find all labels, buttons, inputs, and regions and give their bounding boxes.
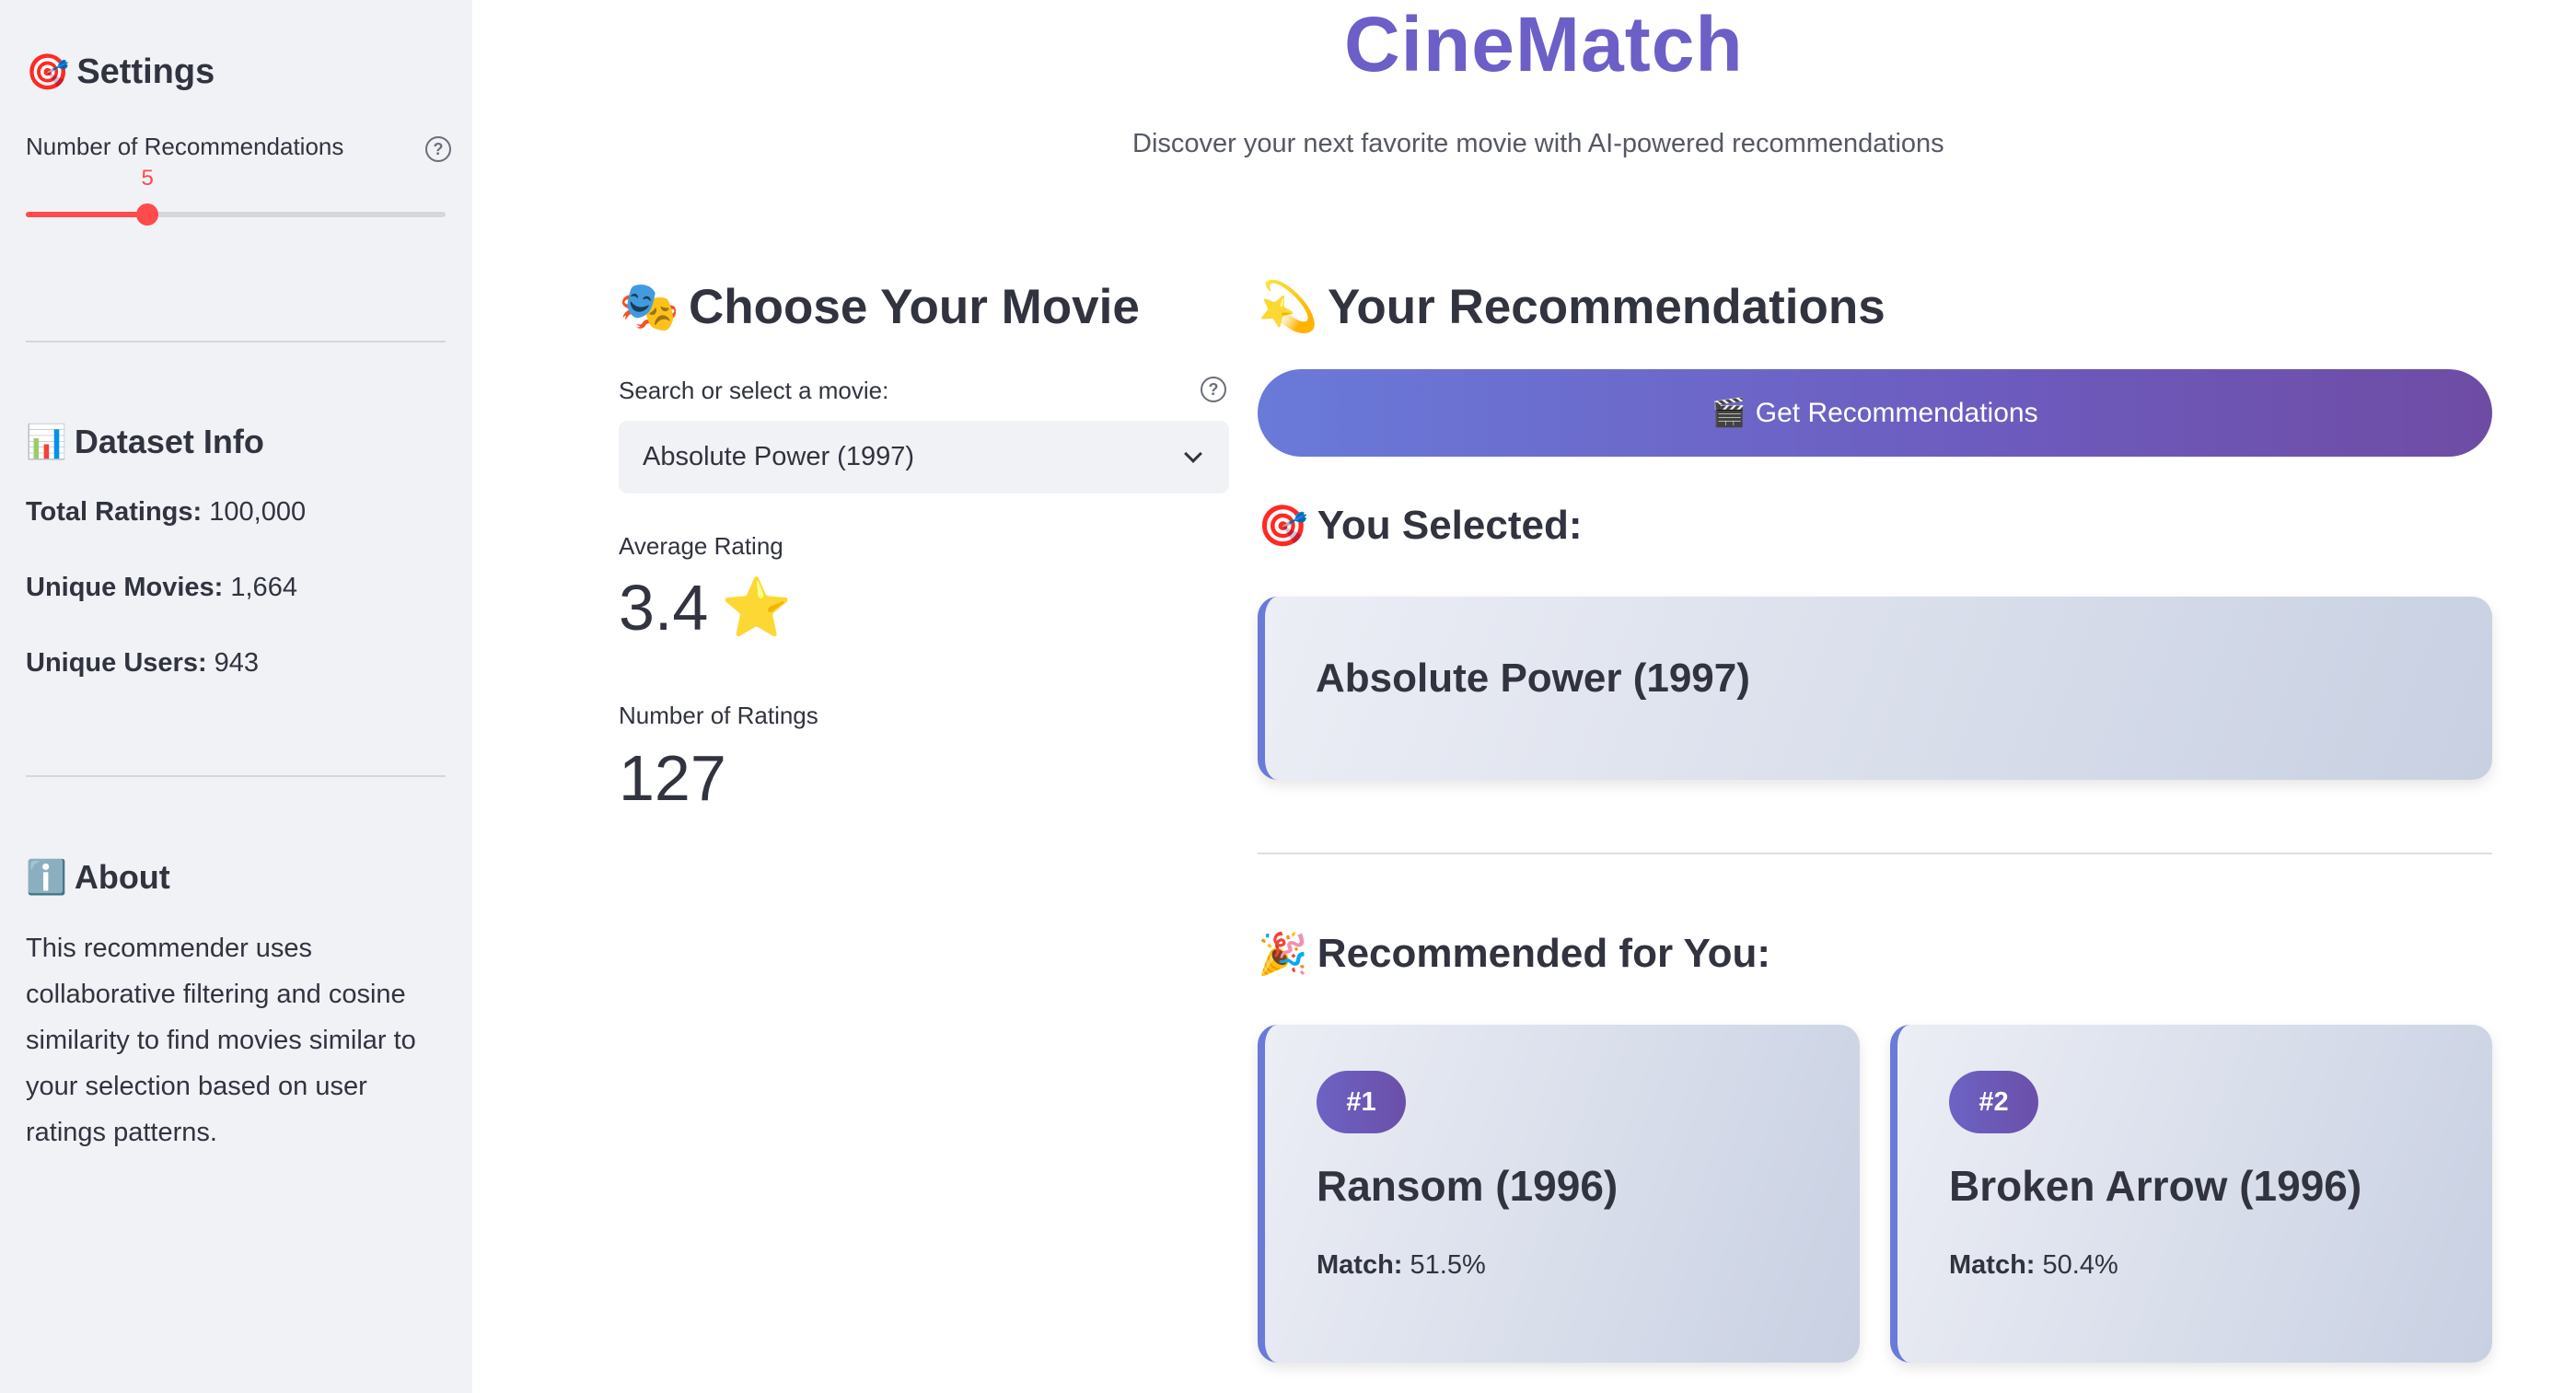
selected-movie-title: Absolute Power (1997) [1316, 656, 1750, 701]
unique-users: Unique Users: 943 [26, 648, 259, 679]
get-recommendations-button[interactable]: 🎬 Get Recommendations [1258, 369, 2492, 457]
recommendations-heading: 💫 Your Recommendations [1258, 278, 1886, 335]
slider-label: Number of Recommendations [26, 133, 344, 160]
recommendation-match: Match: 50.4% [1949, 1250, 2118, 1281]
recommendation-card: #1 Ransom (1996) Match: 51.5% [1258, 1025, 1860, 1363]
match-label: Match: [1317, 1250, 1403, 1280]
match-value: 51.5% [1410, 1250, 1486, 1280]
recommended-heading: 🎉 Recommended for You: [1258, 930, 1770, 978]
about-heading-text: About [74, 858, 170, 896]
settings-heading-text: Settings [76, 52, 215, 91]
slider-thumb[interactable] [136, 203, 159, 226]
movie-select[interactable]: Absolute Power (1997) [619, 421, 1229, 493]
recommendation-match: Match: 51.5% [1317, 1250, 1486, 1281]
selected-movie-card: Absolute Power (1997) [1258, 597, 2492, 780]
unique-users-label: Unique Users: [26, 648, 207, 678]
unique-movies-label: Unique Movies: [26, 573, 224, 602]
recommendation-title: Ransom (1996) [1317, 1162, 1619, 1210]
about-heading: ℹ️ About [26, 858, 170, 897]
slider-fill [26, 212, 148, 217]
clapper-icon: 🎬 [1712, 397, 1746, 429]
match-value: 50.4% [2042, 1250, 2118, 1280]
app-subtitle: Discover your next favorite movie with A… [1132, 129, 1944, 158]
avg-rating-label: Average Rating [619, 532, 783, 560]
match-label: Match: [1949, 1250, 2036, 1280]
target-icon: 🎯 [26, 52, 70, 92]
slider-value: 5 [141, 166, 154, 191]
info-icon: ℹ️ [26, 859, 67, 897]
settings-heading: 🎯 Settings [26, 52, 215, 93]
movie-select-value: Absolute Power (1997) [643, 442, 914, 471]
recommendation-title: Broken Arrow (1996) [1949, 1162, 2362, 1210]
recommended-heading-text: Recommended for You: [1317, 931, 1771, 976]
party-popper-icon: 🎉 [1258, 931, 1308, 978]
sidebar-divider [26, 341, 446, 342]
avg-rating-value: 3.4 [619, 572, 709, 644]
dataset-heading: 📊 Dataset Info [26, 423, 264, 461]
rank-badge: #1 [1317, 1071, 1406, 1133]
recommendation-card: #2 Broken Arrow (1996) Match: 50.4% [1890, 1025, 2492, 1363]
sidebar-divider [26, 775, 446, 777]
star-icon: ⭐ [721, 574, 793, 641]
you-selected-heading: 🎯 You Selected: [1258, 502, 1583, 550]
bar-chart-icon: 📊 [26, 424, 67, 461]
recommendations-slider[interactable]: 5 [26, 166, 446, 226]
select-label: Search or select a movie: [619, 377, 889, 404]
about-text: This recommender uses collaborative filt… [26, 934, 416, 1147]
num-ratings-label: Number of Ratings [619, 702, 818, 729]
target-icon: 🎯 [1258, 503, 1308, 550]
dizzy-icon: 💫 [1258, 279, 1318, 335]
total-ratings-value: 100,000 [209, 497, 307, 527]
choose-heading: 🎭 Choose Your Movie [619, 278, 1140, 335]
help-icon[interactable]: ? [425, 136, 451, 162]
recommendations-heading-text: Your Recommendations [1328, 279, 1886, 334]
unique-movies-value: 1,664 [230, 573, 297, 602]
you-selected-heading-text: You Selected: [1317, 503, 1583, 548]
get-recommendations-label: Get Recommendations [1755, 397, 2038, 428]
app-title: CineMatch [1344, 1, 1744, 87]
chevron-down-icon [1184, 444, 1202, 463]
num-ratings-value: 127 [619, 742, 726, 814]
unique-movies: Unique Movies: 1,664 [26, 573, 297, 603]
rank-badge: #2 [1949, 1071, 2038, 1133]
main-divider [1258, 853, 2492, 854]
dataset-heading-text: Dataset Info [74, 423, 264, 460]
help-icon[interactable]: ? [1201, 377, 1226, 402]
total-ratings: Total Ratings: 100,000 [26, 497, 306, 528]
avg-rating: 3.4 ⭐ [619, 571, 793, 644]
choose-heading-text: Choose Your Movie [689, 279, 1140, 334]
total-ratings-label: Total Ratings: [26, 497, 203, 527]
sidebar: 🎯 Settings Number of Recommendations ? 5… [0, 0, 472, 1393]
unique-users-value: 943 [214, 648, 260, 678]
theater-masks-icon: 🎭 [619, 279, 679, 335]
